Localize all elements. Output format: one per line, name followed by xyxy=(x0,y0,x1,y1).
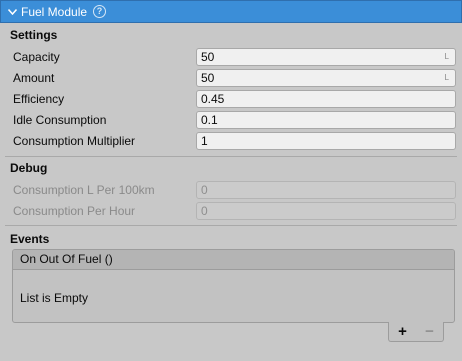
amount-field[interactable]: 50 L xyxy=(196,69,456,87)
settings-section-title: Settings xyxy=(10,28,58,42)
amount-label: Amount xyxy=(13,71,55,85)
consumption-multiplier-value: 1 xyxy=(201,134,208,148)
efficiency-label: Efficiency xyxy=(13,92,65,106)
idle-consumption-label: Idle Consumption xyxy=(13,113,107,127)
debug-section-title: Debug xyxy=(10,161,48,175)
consumption-multiplier-field[interactable]: 1 xyxy=(196,132,456,150)
consumption-per-100km-label: Consumption L Per 100km xyxy=(13,183,155,197)
help-icon[interactable]: ? xyxy=(93,5,107,18)
component-header[interactable]: Fuel Module ? xyxy=(0,0,462,23)
component-title: Fuel Module xyxy=(21,4,88,19)
amount-row: Amount 50 L xyxy=(13,69,456,87)
capacity-label: Capacity xyxy=(13,50,60,64)
add-listener-button[interactable]: + xyxy=(398,323,407,341)
capacity-row: Capacity 50 L xyxy=(13,48,456,66)
capacity-field[interactable]: 50 L xyxy=(196,48,456,66)
idle-consumption-value: 0.1 xyxy=(201,113,218,127)
consumption-per-hour-value: 0 xyxy=(201,204,208,218)
consumption-per-100km-field: 0 xyxy=(196,181,456,199)
chevron-down-icon[interactable] xyxy=(7,7,17,17)
section-divider xyxy=(5,225,457,226)
efficiency-value: 0.45 xyxy=(201,92,225,106)
event-header: On Out Of Fuel () xyxy=(13,250,454,270)
consumption-multiplier-row: Consumption Multiplier 1 xyxy=(13,132,456,150)
consumption-per-hour-label: Consumption Per Hour xyxy=(13,204,136,218)
amount-unit: L xyxy=(444,73,449,82)
events-section-title: Events xyxy=(10,232,50,246)
list-footer: + − xyxy=(388,322,444,342)
consumption-per-100km-value: 0 xyxy=(201,183,208,197)
idle-consumption-field[interactable]: 0.1 xyxy=(196,111,456,129)
section-divider xyxy=(5,156,457,157)
remove-listener-button[interactable]: − xyxy=(425,323,434,341)
amount-value: 50 xyxy=(201,71,215,85)
consumption-multiplier-label: Consumption Multiplier xyxy=(13,134,136,148)
idle-consumption-row: Idle Consumption 0.1 xyxy=(13,111,456,129)
efficiency-field[interactable]: 0.45 xyxy=(196,90,456,108)
unity-event-list: On Out Of Fuel () List is Empty xyxy=(12,249,455,323)
consumption-per-hour-field: 0 xyxy=(196,202,456,220)
efficiency-row: Efficiency 0.45 xyxy=(13,90,456,108)
consumption-per-100km-row: Consumption L Per 100km 0 xyxy=(13,181,456,199)
capacity-unit: L xyxy=(444,52,449,61)
capacity-value: 50 xyxy=(201,50,215,64)
consumption-per-hour-row: Consumption Per Hour 0 xyxy=(13,202,456,220)
empty-list-text: List is Empty xyxy=(20,291,89,305)
